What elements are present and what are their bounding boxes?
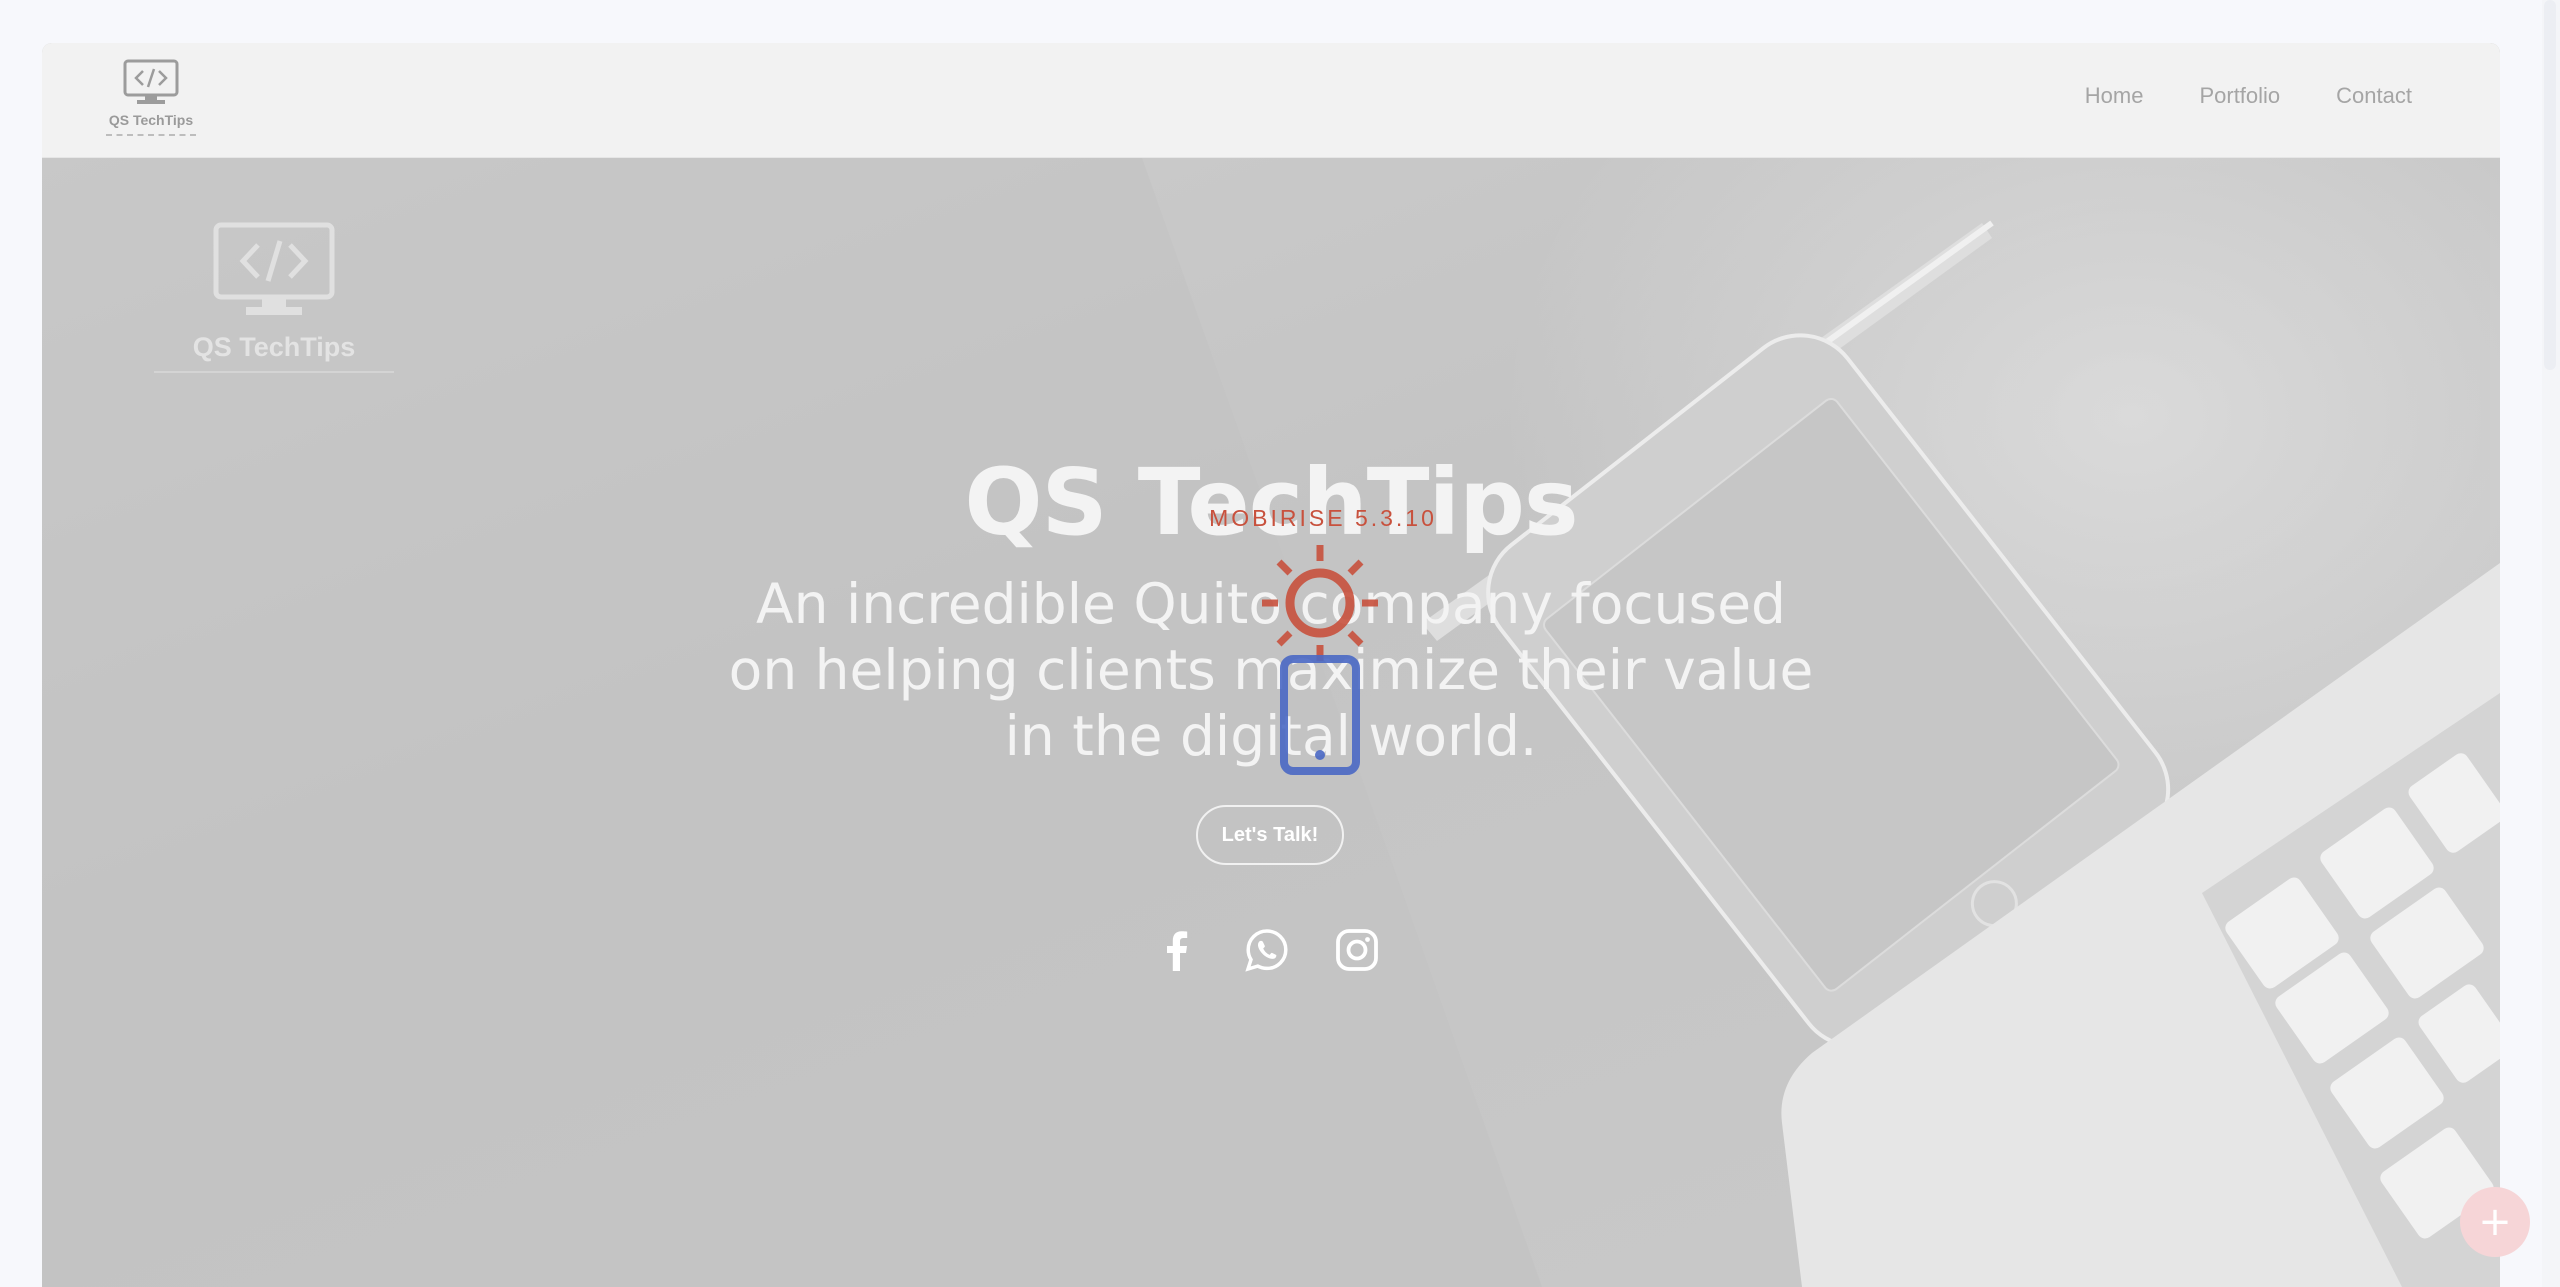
page-frame: QS TechTips Home Portfolio Contact QS Te…	[42, 43, 2500, 1287]
whatsapp-icon	[1245, 929, 1288, 972]
plus-icon: +	[2478, 1199, 2512, 1245]
sun-phone-loader-icon	[1262, 545, 1378, 775]
whatsapp-link[interactable]	[1244, 927, 1290, 973]
facebook-link[interactable]	[1154, 927, 1200, 973]
social-links	[1154, 927, 1380, 973]
page-scrollbar-thumb[interactable]	[2544, 0, 2556, 370]
floating-add-button[interactable]: +	[2460, 1187, 2530, 1257]
instagram-link[interactable]	[1334, 927, 1380, 973]
facebook-icon	[1167, 931, 1188, 971]
lets-talk-button[interactable]: Let's Talk!	[1196, 805, 1344, 865]
instagram-icon	[1336, 929, 1378, 971]
loading-indicator: MOBIRISE 5.3.10	[1198, 505, 1448, 785]
